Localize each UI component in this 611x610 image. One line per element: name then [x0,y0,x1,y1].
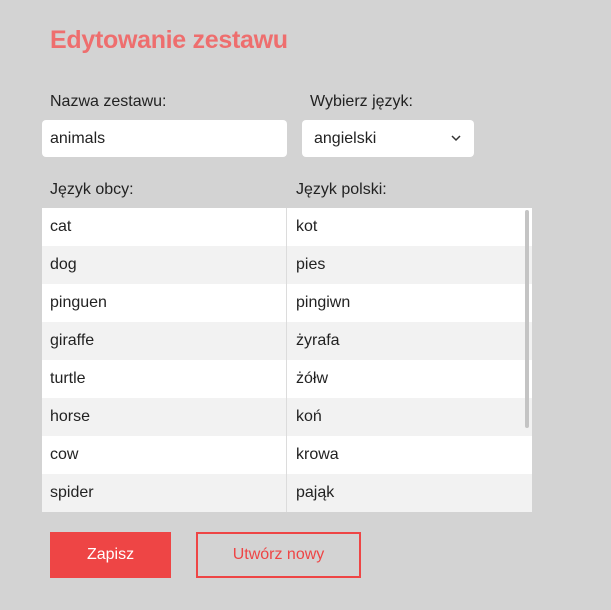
polish-word-cell[interactable]: pająk [287,474,532,512]
table-row: dog pies [42,246,532,284]
polish-word-cell[interactable]: pies [287,246,532,284]
table-scrollbar[interactable] [523,210,531,510]
foreign-language-column-header: Język obcy: [50,181,134,198]
polish-word-cell[interactable]: kot [287,208,532,246]
set-name-input[interactable] [42,120,287,157]
scrollbar-thumb[interactable] [525,210,529,428]
language-select[interactable]: angielski [302,120,474,157]
foreign-word-cell[interactable]: pinguen [42,284,287,322]
language-label: Wybierz język: [310,93,413,110]
foreign-word-cell[interactable]: cow [42,436,287,474]
polish-word-cell[interactable]: żyrafa [287,322,532,360]
polish-language-column-header: Język polski: [296,181,387,198]
word-pairs-table: cat kot dog pies pinguen pingiwn giraffe… [42,208,532,512]
table-row: pinguen pingiwn [42,284,532,322]
polish-word-cell[interactable]: krowa [287,436,532,474]
polish-word-cell[interactable]: pingiwn [287,284,532,322]
foreign-word-cell[interactable]: horse [42,398,287,436]
chevron-down-icon [450,133,462,145]
foreign-word-cell[interactable]: giraffe [42,322,287,360]
table-row: turtle żółw [42,360,532,398]
save-button[interactable]: Zapisz [50,532,171,578]
create-new-button[interactable]: Utwórz nowy [196,532,361,578]
table-row: horse koń [42,398,532,436]
foreign-word-cell[interactable]: cat [42,208,287,246]
foreign-word-cell[interactable]: turtle [42,360,287,398]
foreign-word-cell[interactable]: spider [42,474,287,512]
table-row: cat kot [42,208,532,246]
polish-word-cell[interactable]: żółw [287,360,532,398]
set-name-label: Nazwa zestawu: [50,93,167,110]
polish-word-cell[interactable]: koń [287,398,532,436]
page-title: Edytowanie zestawu [50,26,288,54]
foreign-word-cell[interactable]: dog [42,246,287,284]
language-select-value: angielski [314,129,377,147]
table-row: cow krowa [42,436,532,474]
table-row: giraffe żyrafa [42,322,532,360]
table-row: spider pająk [42,474,532,512]
